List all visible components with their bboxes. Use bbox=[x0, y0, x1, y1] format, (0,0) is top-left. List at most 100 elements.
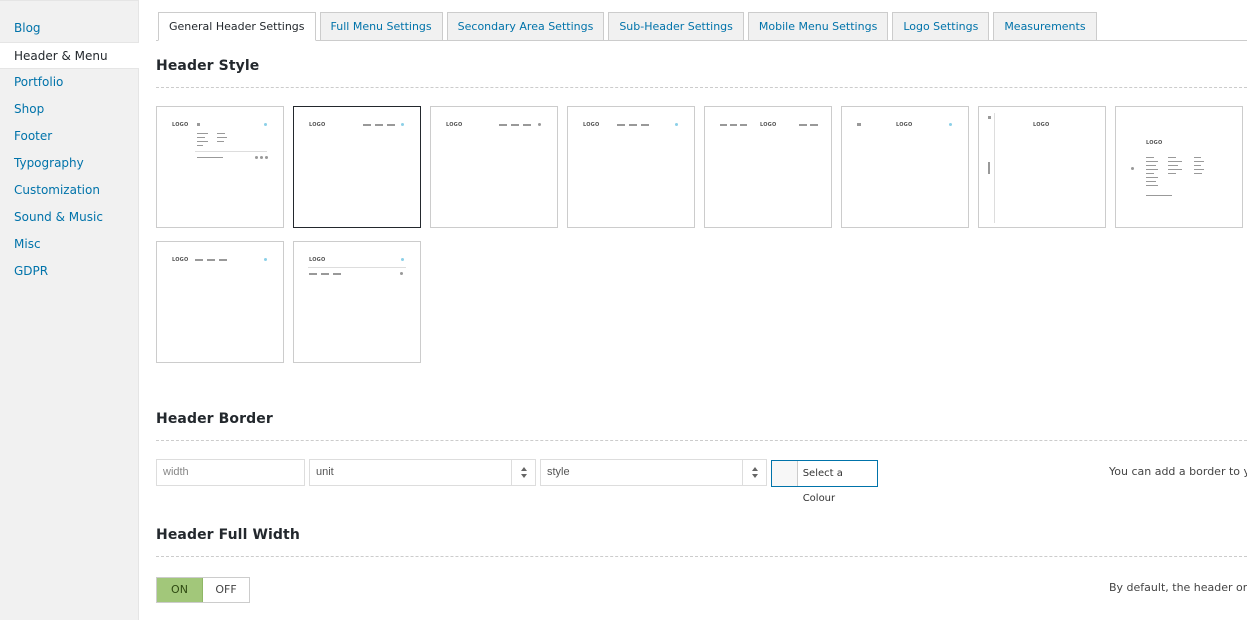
sidebar-item-portfolio[interactable]: Portfolio bbox=[0, 69, 138, 96]
menu-line bbox=[1194, 169, 1204, 170]
tab-logo-settings[interactable]: Logo Settings bbox=[892, 12, 990, 41]
header-style-option-2[interactable]: LOGO bbox=[293, 106, 421, 228]
menu-line bbox=[1146, 161, 1158, 162]
menu-line bbox=[499, 124, 507, 126]
divider-line bbox=[308, 267, 406, 268]
border-style-select[interactable]: style bbox=[540, 459, 767, 486]
divider-line bbox=[195, 151, 267, 152]
menu-line bbox=[523, 124, 531, 126]
settings-sidebar: Blog Header & Menu Portfolio Shop Footer… bbox=[0, 0, 139, 620]
border-width-input[interactable]: width bbox=[156, 459, 305, 486]
section-divider bbox=[156, 440, 1247, 441]
menu-line bbox=[1168, 161, 1182, 162]
menu-line bbox=[1146, 169, 1158, 170]
logo-placeholder: LOGO bbox=[1146, 140, 1163, 146]
sidebar-item-customization[interactable]: Customization bbox=[0, 177, 138, 204]
sidebar-item-misc[interactable]: Misc bbox=[0, 231, 138, 258]
menu-line bbox=[511, 124, 519, 126]
accent-dot-icon bbox=[264, 123, 267, 126]
menu-line bbox=[720, 124, 727, 126]
menu-line bbox=[629, 124, 637, 126]
header-full-width-description: By default, the header on n bbox=[1109, 581, 1247, 594]
menu-line bbox=[309, 273, 317, 275]
tab-general-header-settings[interactable]: General Header Settings bbox=[158, 12, 316, 41]
sidebar-item-header-menu[interactable]: Header & Menu bbox=[0, 42, 139, 69]
header-style-option-3[interactable]: LOGO bbox=[430, 106, 558, 228]
border-color-picker-button[interactable]: Select a Colour bbox=[771, 460, 878, 504]
menu-line bbox=[1194, 173, 1202, 174]
menu-line bbox=[1146, 181, 1156, 182]
menu-line bbox=[1194, 157, 1201, 158]
tab-sub-header-settings[interactable]: Sub-Header Settings bbox=[608, 12, 744, 41]
header-style-option-8[interactable]: LOGO bbox=[1115, 106, 1243, 228]
menu-line bbox=[1146, 173, 1154, 174]
search-icon bbox=[400, 272, 403, 275]
logo-placeholder: LOGO bbox=[1033, 122, 1050, 128]
menu-line bbox=[387, 124, 395, 126]
sidebar-item-typography[interactable]: Typography bbox=[0, 150, 138, 177]
sidebar-item-sound-music[interactable]: Sound & Music bbox=[0, 204, 138, 231]
side-bar-line bbox=[994, 113, 995, 223]
menu-line bbox=[321, 273, 329, 275]
header-style-option-5[interactable]: LOGO bbox=[704, 106, 832, 228]
border-style-value: style bbox=[547, 466, 570, 478]
logo-placeholder: LOGO bbox=[309, 257, 326, 263]
menu-line bbox=[217, 137, 227, 138]
vertical-menu-text bbox=[988, 162, 990, 174]
sidebar-item-blog[interactable]: Blog bbox=[0, 15, 138, 42]
header-border-description: You can add a border to yo bbox=[1109, 465, 1247, 478]
menu-line bbox=[1146, 157, 1154, 158]
menu-line bbox=[333, 273, 341, 275]
header-style-option-6[interactable]: LOGO bbox=[841, 106, 969, 228]
menu-line bbox=[197, 145, 203, 146]
menu-line bbox=[217, 141, 224, 142]
menu-line bbox=[363, 124, 371, 126]
sidebar-item-gdpr[interactable]: GDPR bbox=[0, 258, 138, 285]
header-style-option-7[interactable]: LOGO bbox=[978, 106, 1106, 228]
menu-line bbox=[641, 124, 649, 126]
select-arrows-icon bbox=[742, 460, 766, 485]
section-divider bbox=[156, 87, 1247, 88]
menu-icon bbox=[857, 123, 861, 126]
menu-line bbox=[799, 124, 807, 126]
footer-line bbox=[1146, 195, 1172, 196]
logo-placeholder: LOGO bbox=[446, 122, 463, 128]
social-icon bbox=[260, 156, 263, 159]
menu-line bbox=[1194, 161, 1204, 162]
header-full-width-title: Header Full Width bbox=[156, 527, 300, 543]
menu-line bbox=[195, 259, 203, 261]
header-style-option-4[interactable]: LOGO bbox=[567, 106, 695, 228]
menu-line bbox=[810, 124, 818, 126]
sidebar-item-footer[interactable]: Footer bbox=[0, 123, 138, 150]
tab-secondary-area-settings[interactable]: Secondary Area Settings bbox=[446, 12, 605, 41]
menu-line bbox=[1168, 157, 1176, 158]
tab-measurements[interactable]: Measurements bbox=[993, 12, 1097, 41]
toggle-on-button[interactable]: ON bbox=[157, 578, 203, 602]
menu-line bbox=[1194, 165, 1201, 166]
footer-line bbox=[197, 157, 223, 158]
logo-placeholder: LOGO bbox=[172, 122, 189, 128]
menu-line bbox=[617, 124, 625, 126]
tab-full-menu-settings[interactable]: Full Menu Settings bbox=[319, 12, 443, 41]
menu-line bbox=[1168, 165, 1178, 166]
header-style-option-1[interactable]: LOGO bbox=[156, 106, 284, 228]
tab-mobile-menu-settings[interactable]: Mobile Menu Settings bbox=[747, 12, 889, 41]
menu-line bbox=[207, 259, 215, 261]
header-style-option-9[interactable]: LOGO bbox=[156, 241, 284, 363]
sidebar-item-shop[interactable]: Shop bbox=[0, 96, 138, 123]
menu-line bbox=[1146, 185, 1158, 186]
menu-line bbox=[740, 124, 747, 126]
header-full-width-toggle: ON OFF bbox=[156, 577, 250, 603]
header-style-option-10[interactable]: LOGO bbox=[293, 241, 421, 363]
logo-placeholder: LOGO bbox=[583, 122, 600, 128]
accent-dot-icon bbox=[675, 123, 678, 126]
accent-dot-icon bbox=[264, 258, 267, 261]
logo-placeholder: LOGO bbox=[760, 122, 777, 128]
accent-dot-icon bbox=[949, 123, 952, 126]
logo-placeholder: LOGO bbox=[896, 122, 913, 128]
toggle-off-button[interactable]: OFF bbox=[203, 578, 249, 602]
close-icon bbox=[1131, 167, 1134, 170]
border-unit-select[interactable]: unit bbox=[309, 459, 536, 486]
select-arrows-icon bbox=[511, 460, 535, 485]
menu-line bbox=[219, 259, 227, 261]
